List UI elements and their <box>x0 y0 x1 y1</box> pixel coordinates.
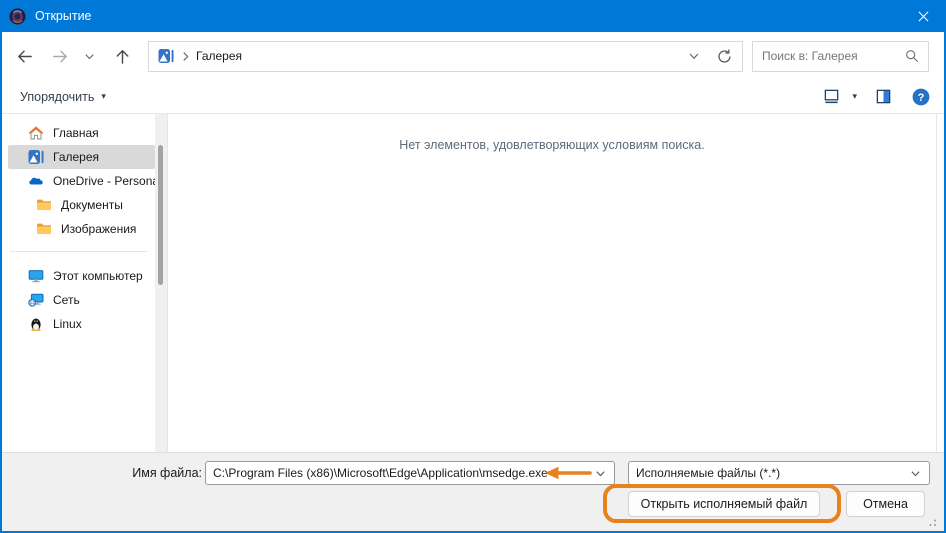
filename-combobox[interactable] <box>205 461 615 485</box>
back-arrow-icon <box>15 47 34 66</box>
search-box[interactable] <box>752 41 929 72</box>
sidebar-item-documents[interactable]: Документы <box>2 193 155 217</box>
forward-button[interactable] <box>48 44 72 68</box>
open-button[interactable]: Открыть исполняемый файл <box>628 491 820 517</box>
forward-arrow-icon <box>51 47 70 66</box>
sidebar-item-label: Главная <box>53 126 99 140</box>
up-arrow-icon <box>113 47 132 66</box>
close-icon <box>918 11 929 22</box>
breadcrumb[interactable]: Галерея <box>196 49 242 63</box>
gallery-icon <box>158 48 174 64</box>
home-icon <box>28 125 44 141</box>
help-button[interactable]: ? <box>912 88 930 106</box>
views-icon <box>823 88 840 105</box>
sidebar-item-pictures[interactable]: Изображения <box>2 217 155 241</box>
sidebar-item-this-pc[interactable]: Этот компьютер <box>2 264 155 288</box>
chevron-down-icon <box>910 468 921 479</box>
folder-icon <box>36 197 52 213</box>
svg-text:?: ? <box>918 92 925 104</box>
sidebar-item-label: Linux <box>53 317 82 331</box>
app-icon[interactable] <box>9 8 26 25</box>
address-bar[interactable]: Галерея <box>148 41 743 72</box>
filetype-value: Исполняемые файлы (*.*) <box>636 466 904 480</box>
sidebar-item-label: OneDrive - Personal <box>53 174 155 188</box>
organize-button[interactable]: Упорядочить ▾ <box>20 90 106 104</box>
sidebar-item-gallery[interactable]: Галерея <box>8 145 155 169</box>
command-toolbar: Упорядочить ▾ ▾ ? <box>2 80 944 114</box>
computer-icon <box>28 268 44 284</box>
up-button[interactable] <box>110 44 134 68</box>
filetype-combobox[interactable]: Исполняемые файлы (*.*) <box>628 461 930 485</box>
sidebar-item-label: Галерея <box>53 150 99 164</box>
title-bar: Открытие <box>0 0 946 32</box>
chevron-down-icon <box>84 51 95 62</box>
sidebar-item-label: Документы <box>61 198 123 212</box>
filetype-dropdown-button[interactable] <box>910 468 921 479</box>
resize-grip[interactable] <box>925 515 937 527</box>
preview-pane-button[interactable] <box>875 88 892 105</box>
empty-message: Нет элементов, удовлетворяющих условиям … <box>168 138 936 152</box>
refresh-button[interactable] <box>716 48 733 65</box>
filename-input[interactable] <box>213 466 589 480</box>
cancel-button[interactable]: Отмена <box>846 491 925 517</box>
chevron-down-icon: ▾ <box>101 91 106 102</box>
back-button[interactable] <box>12 44 36 68</box>
sidebar-item-network[interactable]: Сеть <box>2 288 155 312</box>
chevron-down-icon <box>595 468 606 479</box>
organize-label: Упорядочить <box>20 90 94 104</box>
open-file-dialog: Открытие <box>0 0 946 533</box>
file-list-area: Нет элементов, удовлетворяющих условиям … <box>168 114 937 452</box>
navigation-pane: Главная Галерея OneDrive - Personal Доку… <box>2 114 155 452</box>
sidebar-scrollbar <box>155 114 167 452</box>
chevron-down-icon <box>688 50 700 62</box>
dialog-footer: Имя файла: Исполняемые файлы (*.*) Откры… <box>2 452 944 531</box>
sidebar-separator <box>10 251 147 252</box>
sidebar-item-label: Изображения <box>61 222 136 236</box>
address-dropdown-button[interactable] <box>688 50 700 62</box>
window-title: Открытие <box>35 9 92 23</box>
close-button[interactable] <box>900 0 946 32</box>
navigation-bar: Галерея <box>2 32 944 80</box>
sidebar-item-onedrive[interactable]: OneDrive - Personal <box>2 169 155 193</box>
filename-label: Имя файла: <box>92 466 202 480</box>
linux-icon <box>28 316 44 332</box>
refresh-icon <box>716 48 733 65</box>
filename-dropdown-button[interactable] <box>595 468 606 479</box>
sidebar-item-linux[interactable]: Linux <box>2 312 155 336</box>
change-view-button[interactable] <box>823 88 840 105</box>
sidebar-item-label: Этот компьютер <box>53 269 143 283</box>
network-icon <box>28 292 44 308</box>
folder-icon <box>36 221 52 237</box>
onedrive-icon <box>28 173 44 189</box>
search-input[interactable] <box>762 49 905 63</box>
views-dropdown-button[interactable]: ▾ <box>852 91 857 102</box>
sidebar-item-home[interactable]: Главная <box>2 121 155 145</box>
window-border <box>0 32 2 533</box>
gallery-icon <box>28 149 44 165</box>
sidebar-item-label: Сеть <box>53 293 80 307</box>
breadcrumb-chevron-icon <box>182 51 189 62</box>
preview-pane-icon <box>875 88 892 105</box>
search-icon[interactable] <box>905 49 919 63</box>
sidebar-scrollbar-thumb[interactable] <box>158 145 163 285</box>
recent-locations-button[interactable] <box>80 44 98 68</box>
help-icon: ? <box>912 88 930 106</box>
